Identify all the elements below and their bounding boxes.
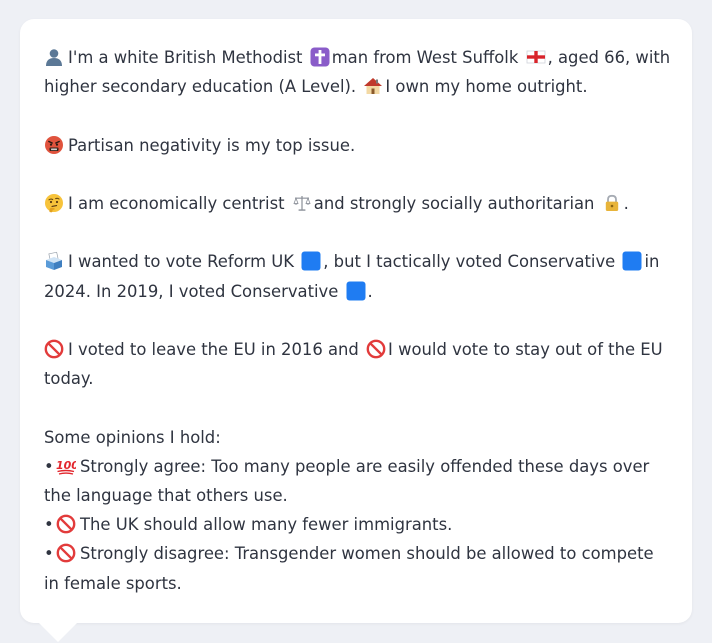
no-entry-icon <box>56 514 76 534</box>
identity-paragraph: I'm a white British Methodist man from W… <box>44 47 671 97</box>
person-silhouette-icon <box>46 49 62 66</box>
ideology-paragraph: I am economically centrist and strongly … <box>44 189 674 218</box>
no-entry-icon <box>44 339 64 359</box>
vote-paragraph: I wanted to vote Reform UK , but I tacti… <box>44 251 660 301</box>
thinking-face-icon <box>45 193 63 213</box>
hundred-points-icon: 100 <box>56 459 76 475</box>
eu-paragraph: I voted to leave the EU in 2016 and I wo… <box>44 339 663 389</box>
latin-cross-icon <box>310 47 330 67</box>
no-entry-icon <box>366 339 386 359</box>
bullet: • <box>44 456 54 476</box>
bullet: • <box>44 544 54 564</box>
opinion-item: • 100 Strongly agree: Too many people ar… <box>44 452 674 481</box>
opinion-item: • Strongly disagree: Transgender women s… <box>44 539 674 568</box>
top-issue-paragraph: Partisan negativity is my top issue. <box>44 131 674 160</box>
ballot-box-icon <box>46 252 62 271</box>
profile-card: I'm a white British Methodist man from W… <box>20 19 692 623</box>
opinion-item: • The UK should allow many fewer immigra… <box>44 510 674 539</box>
blue-square-icon <box>622 251 642 271</box>
balance-scale-icon <box>293 195 311 211</box>
england-flag-icon <box>526 50 545 64</box>
profile-text: I'm a white British Methodist man from W… <box>44 43 674 598</box>
blue-square-icon <box>301 251 321 271</box>
bullet: • <box>44 515 54 535</box>
no-entry-icon <box>56 543 76 563</box>
opinions-section: Some opinions I hold: • 100 Strongly agr… <box>44 423 674 598</box>
house-icon <box>364 78 383 95</box>
opinions-heading: Some opinions I hold: <box>44 427 221 447</box>
lock-icon <box>605 194 618 211</box>
blue-square-icon <box>346 281 366 301</box>
angry-face-icon <box>45 135 63 154</box>
speech-bubble-tail <box>38 622 78 642</box>
